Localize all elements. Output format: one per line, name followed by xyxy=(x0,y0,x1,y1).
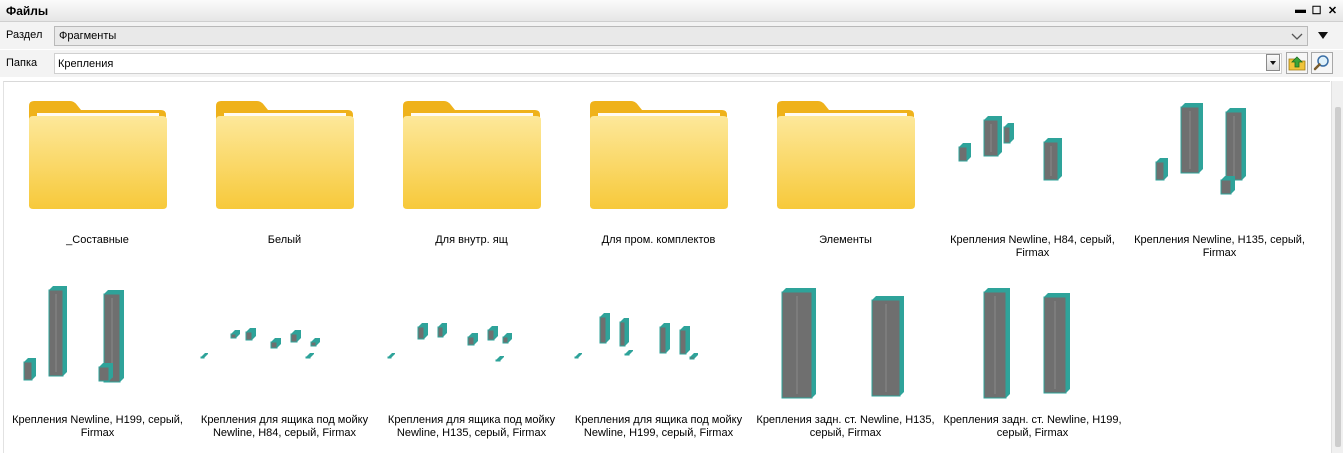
item-label: Крепления для ящика под мойку Newline, H… xyxy=(574,414,743,439)
window-controls: ▬ ☐ ✕ xyxy=(1294,3,1339,17)
search-icon xyxy=(1313,55,1329,71)
folder-icon xyxy=(590,101,728,209)
folder-icon xyxy=(403,101,541,209)
folder-icon xyxy=(29,101,167,209)
dropdown-arrow-icon xyxy=(1270,61,1276,65)
fragment-preview-icon xyxy=(23,286,124,383)
item-label: Для пром. комплектов xyxy=(601,234,716,246)
file-grid: _Составные Белый Для внутр. ящ Для пром.… xyxy=(3,81,1330,453)
folder-up-button[interactable] xyxy=(1286,52,1308,74)
fragment-preview-icon xyxy=(983,288,1070,399)
folder-item[interactable]: Элементы xyxy=(752,88,939,266)
folder-label: Папка xyxy=(6,57,38,69)
chevron-down-icon xyxy=(1291,33,1303,40)
section-row: Раздел Фрагменты xyxy=(0,22,1343,49)
fragment-item[interactable]: Крепления Newline, H135, серый, Firmax xyxy=(1126,88,1313,266)
item-label: Белый xyxy=(267,234,302,246)
fragment-item[interactable]: Крепления задн. ст. Newline, H199, серый… xyxy=(939,268,1126,446)
fragment-item[interactable]: Крепления для ящика под мойку Newline, H… xyxy=(378,268,565,446)
fragment-item[interactable]: Крепления задн. ст. Newline, H135, серый… xyxy=(752,268,939,446)
item-thumbnail xyxy=(378,88,565,228)
item-thumbnail xyxy=(939,88,1126,228)
section-label: Раздел xyxy=(6,29,43,41)
item-label: Элементы xyxy=(819,234,872,246)
item-thumbnail xyxy=(752,88,939,228)
panel-titlebar: Файлы ▬ ☐ ✕ xyxy=(0,0,1343,22)
item-thumbnail xyxy=(191,268,378,408)
item-thumbnail xyxy=(565,88,752,228)
item-label: Крепления для ящика под мойку Newline, H… xyxy=(387,414,556,439)
folder-icon xyxy=(216,101,354,209)
item-label: Крепления Newline, H135, серый, Firmax xyxy=(1134,234,1305,259)
item-label: Для внутр. ящ xyxy=(435,234,508,246)
item-label: _Составные xyxy=(66,234,129,246)
close-icon[interactable]: ✕ xyxy=(1326,3,1339,17)
search-button[interactable] xyxy=(1311,52,1333,74)
folder-row: Папка xyxy=(0,50,1343,77)
fragment-preview-icon xyxy=(1155,103,1246,195)
folder-up-icon xyxy=(1288,56,1306,71)
folder-item[interactable]: Для внутр. ящ xyxy=(378,88,565,266)
folder-item[interactable]: Для пром. комплектов xyxy=(565,88,752,266)
fragment-preview-icon xyxy=(574,313,698,360)
fragment-item[interactable]: Крепления Newline, H199, серый, Firmax xyxy=(4,268,191,446)
maximize-icon[interactable]: ☐ xyxy=(1310,3,1323,17)
item-label: Крепления задн. ст. Newline, H199, серый… xyxy=(943,414,1122,439)
item-label: Крепления Newline, H199, серый, Firmax xyxy=(12,414,183,439)
item-thumbnail xyxy=(752,268,939,408)
vertical-scrollbar[interactable] xyxy=(1331,81,1343,453)
item-thumbnail xyxy=(1126,88,1313,228)
fragment-item[interactable]: Крепления Newline, H84, серый, Firmax xyxy=(939,88,1126,266)
scrollbar-thumb[interactable] xyxy=(1335,107,1341,447)
fragment-preview-icon xyxy=(958,116,1062,181)
item-thumbnail xyxy=(378,268,565,408)
fragment-item[interactable]: Крепления для ящика под мойку Newline, H… xyxy=(565,268,752,446)
folder-path-field[interactable] xyxy=(54,53,1282,74)
item-label: Крепления для ящика под мойку Newline, H… xyxy=(200,414,369,439)
item-thumbnail xyxy=(191,88,378,228)
item-thumbnail xyxy=(4,88,191,228)
folder-item[interactable]: Белый xyxy=(191,88,378,266)
item-label: Крепления задн. ст. Newline, H135, серый… xyxy=(756,414,935,439)
fragment-preview-icon xyxy=(781,288,904,399)
minimize-icon[interactable]: ▬ xyxy=(1294,3,1307,17)
folder-path-input[interactable] xyxy=(55,54,1255,73)
item-thumbnail xyxy=(4,268,191,408)
fragment-item[interactable]: Крепления для ящика под мойку Newline, H… xyxy=(191,268,378,446)
dropdown-arrow-icon[interactable] xyxy=(1316,28,1330,42)
section-select[interactable]: Фрагменты xyxy=(54,26,1308,46)
fragment-preview-icon xyxy=(387,323,512,362)
section-select-value: Фрагменты xyxy=(59,30,117,42)
item-thumbnail xyxy=(565,268,752,408)
panel-title: Файлы xyxy=(6,4,49,18)
folder-dropdown-button[interactable] xyxy=(1266,54,1280,71)
item-thumbnail xyxy=(939,268,1126,408)
item-label: Крепления Newline, H84, серый, Firmax xyxy=(950,234,1115,259)
folder-item[interactable]: _Составные xyxy=(4,88,191,266)
fragment-preview-icon xyxy=(200,328,320,359)
folder-icon xyxy=(777,101,915,209)
